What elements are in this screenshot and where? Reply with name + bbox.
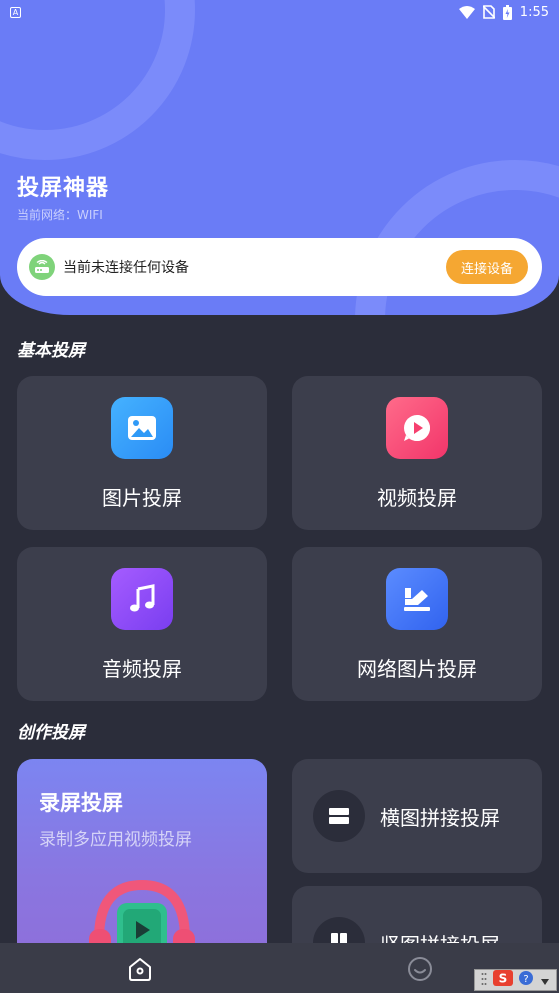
no-sim-icon: [482, 5, 495, 19]
wifi-icon: [458, 5, 475, 19]
sogou-logo-icon: S: [492, 970, 513, 990]
tile-label: 横图拼接投屏: [380, 806, 500, 830]
network-label: 当前网络：WIFI: [17, 208, 103, 222]
record-title: 录屏投屏: [39, 791, 123, 815]
svg-text:?: ?: [524, 974, 529, 985]
web-image-icon: [386, 568, 448, 630]
image-cast-tile[interactable]: 图片投屏: [17, 376, 267, 530]
image-icon: [111, 397, 173, 459]
record-subtitle: 录制多应用视频投屏: [39, 830, 192, 850]
connection-card: 当前未连接任何设备 连接设备: [17, 238, 542, 296]
video-cast-tile[interactable]: 视频投屏: [292, 376, 542, 530]
status-bar: A 1:55: [0, 0, 559, 24]
horizontal-split-icon: [313, 790, 365, 842]
section-title-basic: 基本投屏: [17, 341, 85, 361]
tile-label: 图片投屏: [102, 486, 182, 510]
router-icon: [29, 254, 55, 280]
clock: 1:55: [519, 4, 549, 20]
battery-icon: [502, 4, 512, 20]
web-image-cast-tile[interactable]: 网络图片投屏: [292, 547, 542, 701]
dropdown-icon: [540, 971, 550, 990]
home-icon[interactable]: [127, 956, 153, 986]
music-icon: [111, 568, 173, 630]
tile-label: 视频投屏: [377, 486, 457, 510]
grip-icon: [481, 971, 487, 990]
audio-cast-tile[interactable]: 音频投屏: [17, 547, 267, 701]
section-title-creative: 创作投屏: [17, 723, 85, 743]
screen-record-cast-card[interactable]: 录屏投屏 录制多应用视频投屏: [17, 759, 267, 959]
help-icon: ?: [518, 970, 534, 990]
notification-badge: A: [10, 6, 21, 18]
page-title: 投屏神器: [17, 176, 110, 201]
tile-label: 音频投屏: [102, 657, 182, 681]
smiley-icon[interactable]: [407, 956, 433, 986]
video-icon: [386, 397, 448, 459]
horizontal-stitch-cast-tile[interactable]: 横图拼接投屏: [292, 759, 542, 873]
connection-status-text: 当前未连接任何设备: [63, 260, 189, 276]
ime-toolbar[interactable]: S ?: [474, 969, 557, 991]
connect-device-button[interactable]: 连接设备: [446, 250, 528, 284]
svg-text:S: S: [498, 972, 507, 986]
decorative-ring: [0, 0, 195, 160]
tile-label: 网络图片投屏: [357, 657, 477, 681]
